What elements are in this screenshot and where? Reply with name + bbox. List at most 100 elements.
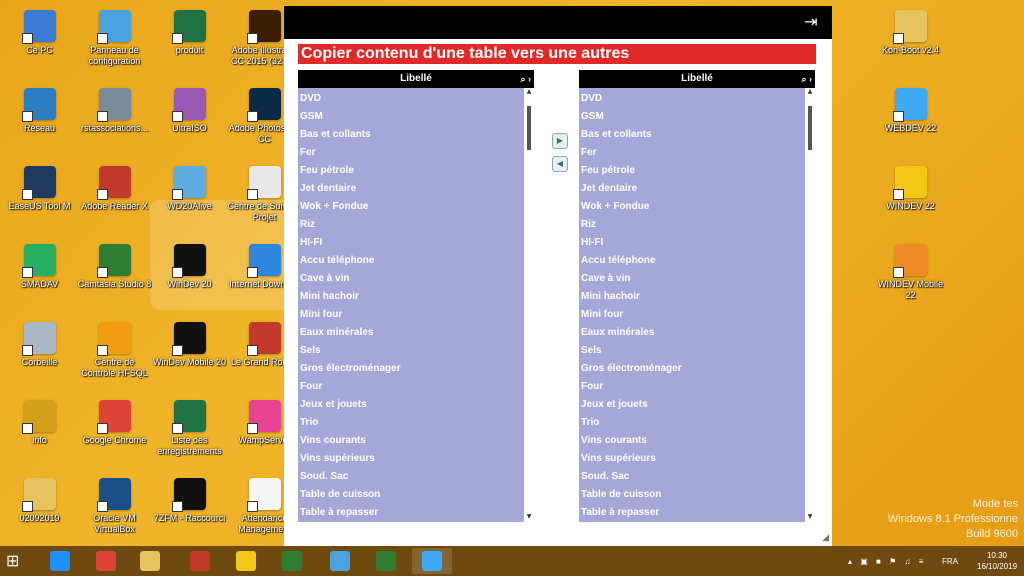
desktop-shortcut[interactable]: WINDEV 22 [873,164,948,242]
desktop-shortcut[interactable]: Oracle VM VirtualBox [77,476,152,554]
scroll-down-icon[interactable]: ▼ [524,513,534,520]
table-row[interactable]: Mini four [298,306,524,324]
desktop-shortcut[interactable]: 02092019 [2,476,77,554]
table-row[interactable]: Table à repasser [579,504,805,522]
desktop-shortcut[interactable]: Google Chrome [77,398,152,476]
table-row[interactable]: Feu pétrole [298,162,524,180]
table-row[interactable]: Table à repasser [298,504,524,522]
clock[interactable]: 10:30 16/10/2019 [977,550,1017,572]
table-row[interactable]: Mini hachoir [298,288,524,306]
table-row[interactable]: Gros électroménager [579,360,805,378]
desktop-shortcut[interactable]: Corbeille [2,320,77,398]
table-row[interactable]: Jet dentaire [298,180,524,198]
table-row[interactable]: Vins courants [579,432,805,450]
taskbar-button[interactable] [320,548,360,574]
source-table-scrollbar[interactable]: ▲ ▼ [524,88,534,522]
table-row[interactable]: Table de cuisson [298,486,524,504]
scroll-thumb[interactable] [808,106,812,150]
desktop-shortcut[interactable]: Centre de Contrôle HFSQL [77,320,152,398]
desktop-shortcut[interactable]: WinDev Mobile 20 [152,320,227,398]
desktop-shortcut[interactable]: rstassociations... [77,86,152,164]
table-row[interactable]: Eaux minérales [298,324,524,342]
table-row[interactable]: Sels [298,342,524,360]
table-row[interactable]: GSM [579,108,805,126]
column-header-libelle[interactable]: Libellé [400,73,432,84]
destination-table[interactable]: Libellé ⌕ › DVD GSM Bas et collants Fer Feu … [579,70,815,522]
table-row[interactable]: Accu téléphone [298,252,524,270]
table-row[interactable]: Soud. Sac [298,468,524,486]
scroll-up-icon[interactable]: ▲ [524,88,534,95]
table-row[interactable]: Jeux et jouets [579,396,805,414]
table-row[interactable]: Mini four [579,306,805,324]
scroll-thumb[interactable] [527,106,531,150]
table-row[interactable]: Cave à vin [298,270,524,288]
table-row[interactable]: Table de cuisson [579,486,805,504]
desktop-shortcut[interactable]: info [2,398,77,476]
destination-table-header[interactable]: Libellé ⌕ › [579,70,815,88]
table-row[interactable]: Jeux et jouets [298,396,524,414]
table-row[interactable]: Riz [579,216,805,234]
desktop-shortcut[interactable]: WD20Alive [152,164,227,242]
desktop-shortcut[interactable]: Liste des enregistrements [152,398,227,476]
table-row[interactable]: Soud. Sac [579,468,805,486]
desktop-shortcut[interactable]: 7ZFM - Raccourci [152,476,227,554]
table-row[interactable]: Vins courants [298,432,524,450]
desktop-shortcut[interactable]: WEBDEV 22 [873,86,948,164]
taskbar-button[interactable] [130,548,170,574]
desktop-shortcut[interactable]: Adobe Reader X [77,164,152,242]
taskbar-button[interactable] [86,548,126,574]
desktop-shortcut[interactable]: Camtasia Studio 8 [77,242,152,320]
taskbar-button[interactable] [366,548,406,574]
taskbar-button[interactable] [226,548,266,574]
copy-right-button[interactable]: ▶ [552,133,568,149]
windows-start-icon[interactable]: ⊞ [6,552,26,570]
table-row[interactable]: Bas et collants [298,126,524,144]
table-row[interactable]: HI-FI [298,234,524,252]
taskbar-button[interactable] [40,548,80,574]
table-row[interactable]: Gros électroménager [298,360,524,378]
table-row[interactable]: Fer [579,144,805,162]
table-row[interactable]: HI-FI [579,234,805,252]
desktop-shortcut[interactable]: produit [152,8,227,86]
table-row[interactable]: Bas et collants [579,126,805,144]
desktop-shortcut[interactable]: Réseau [2,86,77,164]
taskbar-button[interactable] [180,548,220,574]
table-row[interactable]: Accu téléphone [579,252,805,270]
search-icon[interactable]: ⌕ › [801,70,812,88]
table-row[interactable]: Jet dentaire [579,180,805,198]
table-row[interactable]: DVD [298,90,524,108]
desktop-shortcut[interactable]: WINDEV Mobile 22 [873,242,948,320]
table-row[interactable]: Vins supérieurs [298,450,524,468]
destination-table-scrollbar[interactable]: ▲ ▼ [805,88,815,522]
table-row[interactable]: Wok + Fondue [298,198,524,216]
table-row[interactable]: Cave à vin [579,270,805,288]
table-row[interactable]: Feu pétrole [579,162,805,180]
resize-grip-icon[interactable]: ◢ [822,533,829,543]
table-row[interactable]: Riz [298,216,524,234]
table-row[interactable]: DVD [579,90,805,108]
exit-icon[interactable]: ⇥ [800,12,822,32]
desktop-shortcut[interactable]: UltraISO [152,86,227,164]
desktop-shortcut[interactable]: Kon-Boot v2.4 [873,8,948,86]
desktop-shortcut[interactable]: WinDev 20 [152,242,227,320]
table-row[interactable]: Trio [298,414,524,432]
taskbar-button[interactable] [272,548,312,574]
scroll-up-icon[interactable]: ▲ [805,88,815,95]
table-row[interactable]: Trio [579,414,805,432]
language-indicator[interactable]: FRA [942,557,958,566]
desktop-shortcut[interactable]: SMADAV [2,242,77,320]
desktop-shortcut[interactable]: Panneau de configuration [77,8,152,86]
table-row[interactable]: Sels [579,342,805,360]
table-row[interactable]: Four [579,378,805,396]
table-row[interactable]: GSM [298,108,524,126]
search-icon[interactable]: ⌕ › [520,70,531,88]
desktop-shortcut[interactable]: Ce PC [2,8,77,86]
table-row[interactable]: Wok + Fondue [579,198,805,216]
table-row[interactable]: Four [298,378,524,396]
column-header-libelle[interactable]: Libellé [681,73,713,84]
table-row[interactable]: Vins supérieurs [579,450,805,468]
copy-left-button[interactable]: ◀ [552,156,568,172]
source-table[interactable]: Libellé ⌕ › DVD GSM Bas et collants Fer Feu … [298,70,534,522]
desktop-shortcut[interactable]: EaseUS Tool M [2,164,77,242]
tray-icons[interactable]: ▴ ▣ ■ ⚑ ♫ ≡ [848,557,926,566]
